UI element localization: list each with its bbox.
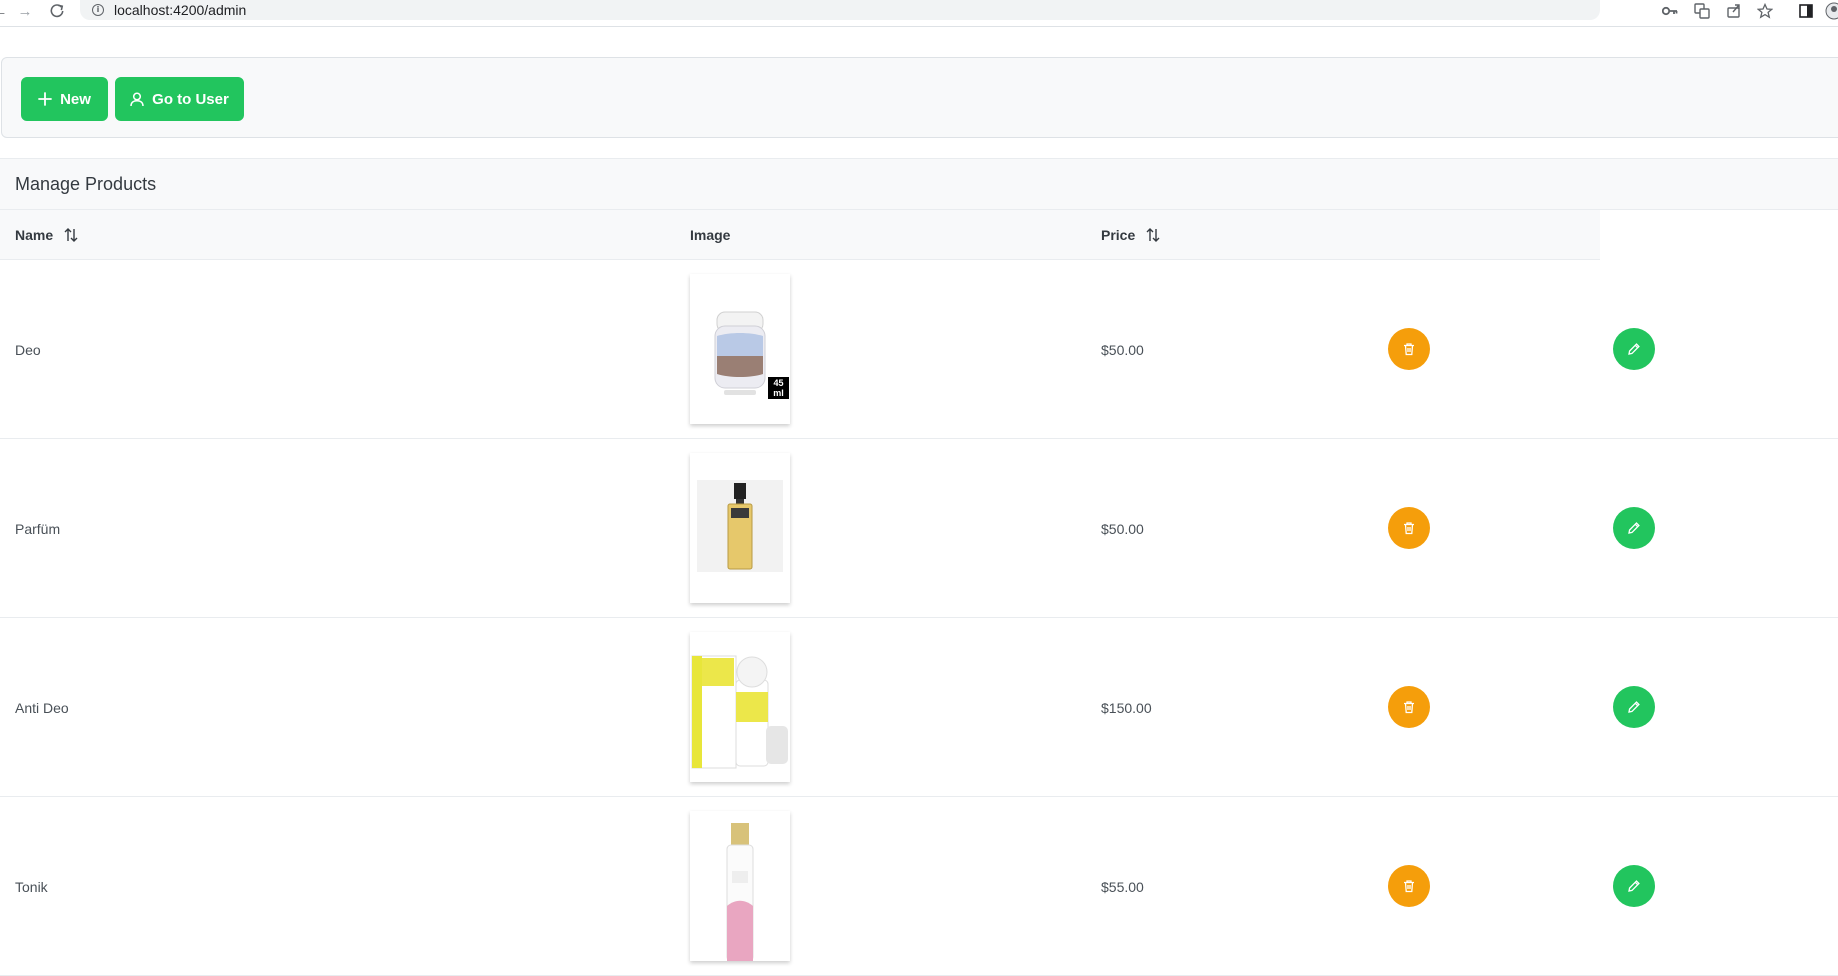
- delete-button[interactable]: [1388, 328, 1430, 370]
- go-to-user-button-label: Go to User: [152, 90, 229, 108]
- column-header-name-label: Name: [15, 227, 54, 243]
- pencil-icon: [1628, 701, 1640, 713]
- sort-icon[interactable]: [63, 227, 79, 243]
- share-icon[interactable]: [1724, 1, 1744, 21]
- table-row: Anti Deo $150.00: [0, 618, 1838, 797]
- new-button[interactable]: New: [21, 77, 108, 121]
- trash-icon: [1404, 880, 1414, 893]
- go-to-user-button[interactable]: Go to User: [115, 77, 244, 121]
- column-header-name[interactable]: Name: [15, 210, 79, 260]
- column-header-price-label: Price: [1101, 227, 1136, 243]
- column-header-image: Image: [690, 210, 730, 260]
- table-row: Tonik $55.00: [0, 797, 1838, 976]
- delete-button[interactable]: [1388, 686, 1430, 728]
- table-row: Parfüm $50.00: [0, 439, 1838, 618]
- product-name: Deo: [15, 341, 41, 358]
- star-icon[interactable]: [1755, 1, 1775, 21]
- plus-icon: [38, 92, 52, 106]
- trash-icon: [1404, 701, 1414, 714]
- pencil-icon: [1628, 522, 1640, 534]
- volume-badge: 45 ml: [773, 378, 784, 398]
- deodorant-stick-image: 45 ml: [690, 274, 790, 424]
- profile-avatar-icon[interactable]: [1824, 1, 1838, 21]
- key-icon[interactable]: [1660, 1, 1680, 21]
- table-row: Deo 45 ml $50.00: [0, 260, 1838, 439]
- translate-icon[interactable]: [1692, 1, 1712, 21]
- pencil-icon: [1628, 343, 1640, 355]
- edit-button[interactable]: [1613, 686, 1655, 728]
- product-name: Tonik: [15, 878, 48, 895]
- reload-icon[interactable]: [47, 1, 67, 21]
- edit-button[interactable]: [1613, 328, 1655, 370]
- new-button-label: New: [60, 90, 91, 108]
- tonic-spray-image: [690, 811, 790, 961]
- product-price: $150.00: [1101, 699, 1152, 716]
- product-name: Parfüm: [15, 520, 61, 537]
- edit-button[interactable]: [1613, 507, 1655, 549]
- product-name: Anti Deo: [15, 699, 69, 716]
- product-price: $55.00: [1101, 878, 1144, 895]
- column-header-price[interactable]: Price: [1101, 210, 1161, 260]
- table-caption: Manage Products: [0, 158, 1838, 210]
- site-info-icon[interactable]: i: [92, 4, 104, 16]
- column-header-image-label: Image: [690, 227, 731, 243]
- table-header-row: Name Image Price: [0, 210, 1600, 260]
- product-price: $50.00: [1101, 520, 1144, 537]
- products-table: Manage Products Name Image Price Deo 45 …: [0, 158, 1838, 976]
- delete-button[interactable]: [1388, 507, 1430, 549]
- roll-on-deodorant-image: [690, 632, 790, 782]
- back-icon[interactable]: ←: [0, 1, 10, 21]
- user-icon: [130, 91, 144, 106]
- perfume-bottle-image: [690, 453, 790, 603]
- pencil-icon: [1628, 880, 1640, 892]
- trash-icon: [1404, 343, 1414, 356]
- side-panel-icon[interactable]: [1796, 1, 1816, 21]
- page-title: Manage Products: [15, 173, 157, 194]
- address-bar[interactable]: i localhost:4200/admin: [80, 0, 1600, 20]
- product-price: $50.00: [1101, 341, 1144, 358]
- url-text: localhost:4200/admin: [114, 2, 247, 18]
- forward-icon[interactable]: →: [15, 1, 35, 21]
- browser-toolbar: ← → i localhost:4200/admin: [0, 0, 1838, 27]
- sort-icon[interactable]: [1145, 227, 1161, 243]
- delete-button[interactable]: [1388, 865, 1430, 907]
- toolbar: New Go to User: [1, 57, 1838, 138]
- edit-button[interactable]: [1613, 865, 1655, 907]
- trash-icon: [1404, 522, 1414, 535]
